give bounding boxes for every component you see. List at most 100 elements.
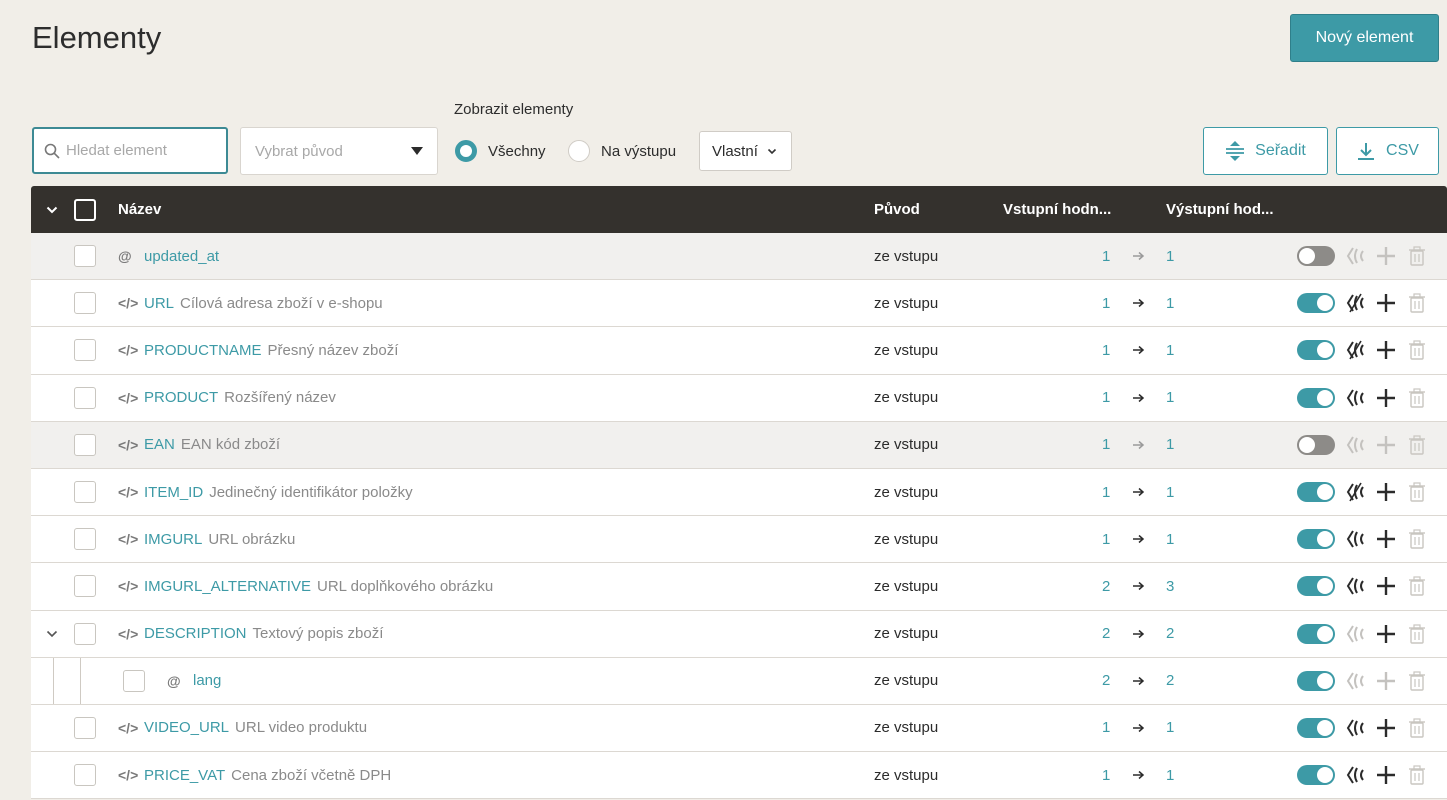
trash-icon[interactable] bbox=[1408, 752, 1426, 798]
csv-button[interactable]: CSV bbox=[1336, 127, 1439, 175]
input-values-count[interactable]: 2 bbox=[1102, 563, 1110, 609]
header-input-values[interactable]: Vstupní hodn... bbox=[1003, 186, 1111, 233]
enabled-toggle[interactable] bbox=[1297, 293, 1335, 314]
header-output-values[interactable]: Výstupní hod... bbox=[1166, 186, 1274, 233]
row-checkbox[interactable] bbox=[74, 575, 96, 598]
element-name[interactable]: DESCRIPTION bbox=[144, 625, 247, 642]
transform-icon[interactable] bbox=[1344, 375, 1366, 421]
table-row[interactable]: @ updated_at ze vstupu 1 1 bbox=[31, 233, 1447, 281]
transform-icon[interactable] bbox=[1344, 327, 1366, 373]
table-row[interactable]: </> IMGURL_ALTERNATIVE URL doplňkového obr… bbox=[31, 563, 1447, 611]
output-values-count[interactable]: 1 bbox=[1166, 375, 1174, 421]
output-values-count[interactable]: 2 bbox=[1166, 658, 1174, 704]
output-values-count[interactable]: 1 bbox=[1166, 422, 1174, 468]
enabled-toggle[interactable] bbox=[1297, 765, 1335, 786]
add-icon[interactable] bbox=[1375, 516, 1397, 562]
search-box[interactable] bbox=[32, 127, 228, 174]
element-name[interactable]: lang bbox=[193, 672, 221, 689]
element-name[interactable]: IMGURL bbox=[144, 531, 202, 548]
trash-icon[interactable] bbox=[1408, 658, 1426, 704]
enabled-toggle[interactable] bbox=[1297, 387, 1335, 408]
output-values-count[interactable]: 1 bbox=[1166, 752, 1174, 798]
expand-chevron-icon[interactable] bbox=[46, 611, 58, 657]
trash-icon[interactable] bbox=[1408, 516, 1426, 562]
enabled-toggle[interactable] bbox=[1297, 623, 1335, 644]
enabled-toggle[interactable] bbox=[1297, 529, 1335, 550]
table-row[interactable]: @ lang ze vstupu 2 2 bbox=[31, 657, 1447, 705]
input-values-count[interactable]: 2 bbox=[1102, 611, 1110, 657]
row-checkbox[interactable] bbox=[74, 339, 96, 362]
trash-icon[interactable] bbox=[1408, 233, 1426, 279]
add-icon[interactable] bbox=[1375, 469, 1397, 515]
input-values-count[interactable]: 1 bbox=[1102, 233, 1110, 279]
sort-button[interactable]: Seřadit bbox=[1203, 127, 1328, 175]
trash-icon[interactable] bbox=[1408, 280, 1426, 326]
input-values-count[interactable]: 2 bbox=[1102, 658, 1110, 704]
collapse-all-icon[interactable] bbox=[46, 186, 58, 233]
trash-icon[interactable] bbox=[1408, 327, 1426, 373]
add-icon[interactable] bbox=[1375, 658, 1397, 704]
input-values-count[interactable]: 1 bbox=[1102, 752, 1110, 798]
add-icon[interactable] bbox=[1375, 705, 1397, 751]
transform-icon[interactable] bbox=[1344, 233, 1366, 279]
add-icon[interactable] bbox=[1375, 375, 1397, 421]
table-row[interactable]: </> URL Cílová adresa zboží v e-shopu ze vs… bbox=[31, 280, 1447, 328]
table-row[interactable]: </> ITEM_ID Jedinečný identifikátor položk… bbox=[31, 468, 1447, 517]
add-icon[interactable] bbox=[1375, 422, 1397, 468]
select-all-checkbox[interactable] bbox=[74, 198, 96, 221]
table-row[interactable]: </> IMGURL URL obrázku ze vstupu 1 1 bbox=[31, 516, 1447, 564]
table-row[interactable]: </> PRICE_VAT Cena zboží včetně DPH ze vstu… bbox=[31, 752, 1447, 800]
output-values-count[interactable]: 1 bbox=[1166, 469, 1174, 515]
transform-icon[interactable] bbox=[1344, 469, 1366, 515]
trash-icon[interactable] bbox=[1408, 705, 1426, 751]
row-checkbox[interactable] bbox=[74, 716, 96, 739]
element-name[interactable]: PRODUCTNAME bbox=[144, 342, 262, 359]
row-checkbox[interactable] bbox=[74, 245, 96, 268]
enabled-toggle[interactable] bbox=[1297, 434, 1335, 455]
element-name[interactable]: VIDEO_URL bbox=[144, 719, 229, 736]
input-values-count[interactable]: 1 bbox=[1102, 375, 1110, 421]
radio-output[interactable]: Na výstupu bbox=[568, 140, 676, 162]
transform-icon[interactable] bbox=[1344, 422, 1366, 468]
header-origin[interactable]: Původ bbox=[874, 186, 920, 233]
trash-icon[interactable] bbox=[1408, 375, 1426, 421]
input-values-count[interactable]: 1 bbox=[1102, 280, 1110, 326]
output-values-count[interactable]: 2 bbox=[1166, 611, 1174, 657]
transform-icon[interactable] bbox=[1344, 658, 1366, 704]
add-icon[interactable] bbox=[1375, 233, 1397, 279]
element-name[interactable]: PRICE_VAT bbox=[144, 767, 225, 784]
row-checkbox[interactable] bbox=[74, 528, 96, 551]
enabled-toggle[interactable] bbox=[1297, 717, 1335, 738]
input-values-count[interactable]: 1 bbox=[1102, 422, 1110, 468]
trash-icon[interactable] bbox=[1408, 469, 1426, 515]
input-values-count[interactable]: 1 bbox=[1102, 705, 1110, 751]
add-icon[interactable] bbox=[1375, 327, 1397, 373]
transform-icon[interactable] bbox=[1344, 280, 1366, 326]
trash-icon[interactable] bbox=[1408, 611, 1426, 657]
row-checkbox[interactable] bbox=[74, 622, 96, 645]
output-values-count[interactable]: 1 bbox=[1166, 327, 1174, 373]
input-values-count[interactable]: 1 bbox=[1102, 516, 1110, 562]
table-row[interactable]: </> DESCRIPTION Textový popis zboží ze vstu… bbox=[31, 610, 1447, 658]
element-name[interactable]: ITEM_ID bbox=[144, 484, 203, 501]
transform-icon[interactable] bbox=[1344, 563, 1366, 609]
add-icon[interactable] bbox=[1375, 563, 1397, 609]
row-checkbox[interactable] bbox=[123, 669, 145, 692]
element-name[interactable]: updated_at bbox=[144, 248, 219, 265]
table-row[interactable]: </> PRODUCT Rozšířený název ze vstupu 1 1 bbox=[31, 374, 1447, 422]
row-checkbox[interactable] bbox=[74, 764, 96, 787]
element-name[interactable]: URL bbox=[144, 295, 174, 312]
output-values-count[interactable]: 1 bbox=[1166, 516, 1174, 562]
element-name[interactable]: PRODUCT bbox=[144, 389, 218, 406]
table-row[interactable]: </> EAN EAN kód zboží ze vstupu 1 1 bbox=[31, 421, 1447, 469]
add-icon[interactable] bbox=[1375, 280, 1397, 326]
row-checkbox[interactable] bbox=[74, 481, 96, 504]
transform-icon[interactable] bbox=[1344, 705, 1366, 751]
row-checkbox[interactable] bbox=[74, 433, 96, 456]
output-values-count[interactable]: 1 bbox=[1166, 233, 1174, 279]
custom-select[interactable]: Vlastní bbox=[699, 131, 792, 171]
add-icon[interactable] bbox=[1375, 611, 1397, 657]
origin-select[interactable]: Vybrat původ bbox=[240, 127, 438, 175]
input-values-count[interactable]: 1 bbox=[1102, 469, 1110, 515]
transform-icon[interactable] bbox=[1344, 516, 1366, 562]
